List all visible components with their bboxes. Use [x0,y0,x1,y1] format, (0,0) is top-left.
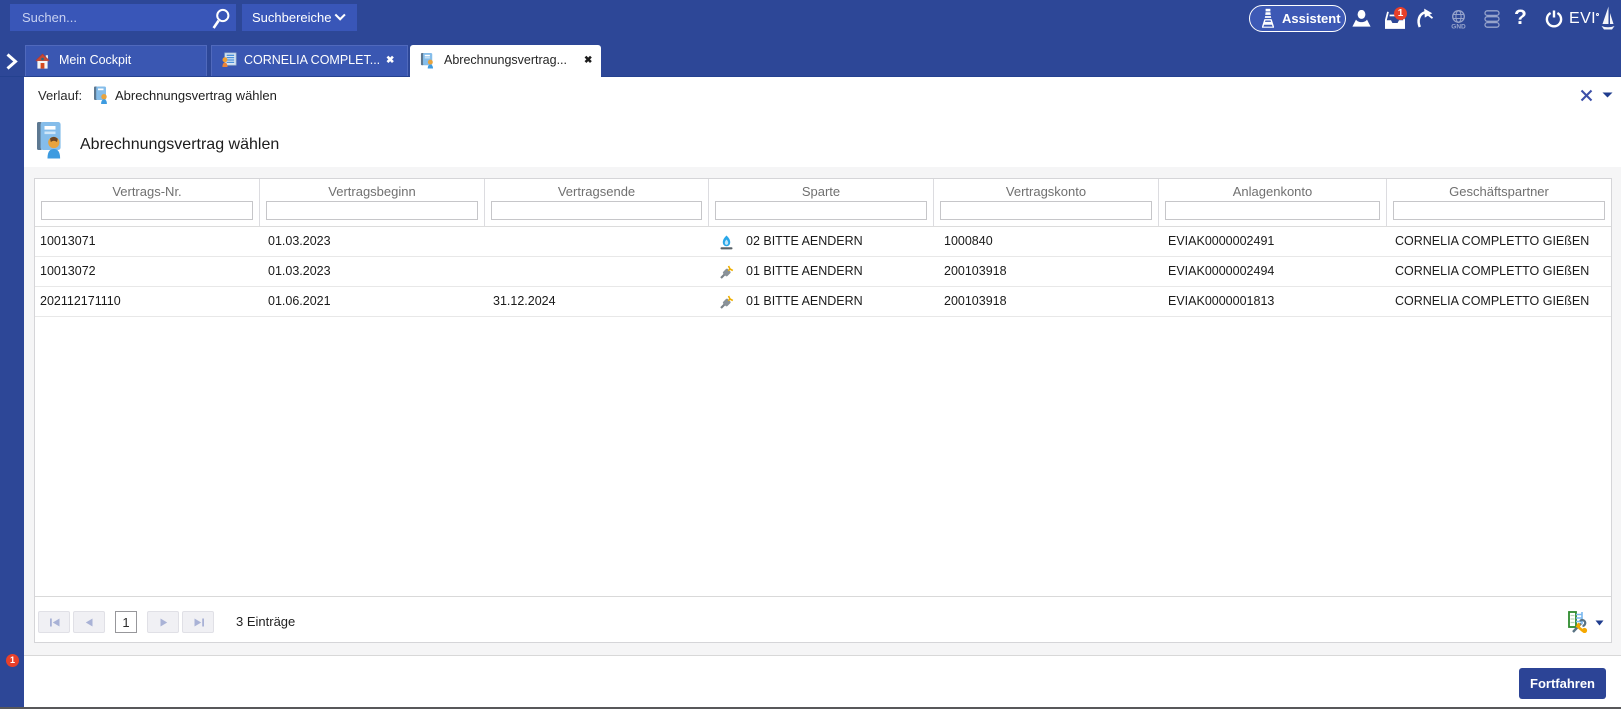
svg-text:GND: GND [1451,24,1466,30]
